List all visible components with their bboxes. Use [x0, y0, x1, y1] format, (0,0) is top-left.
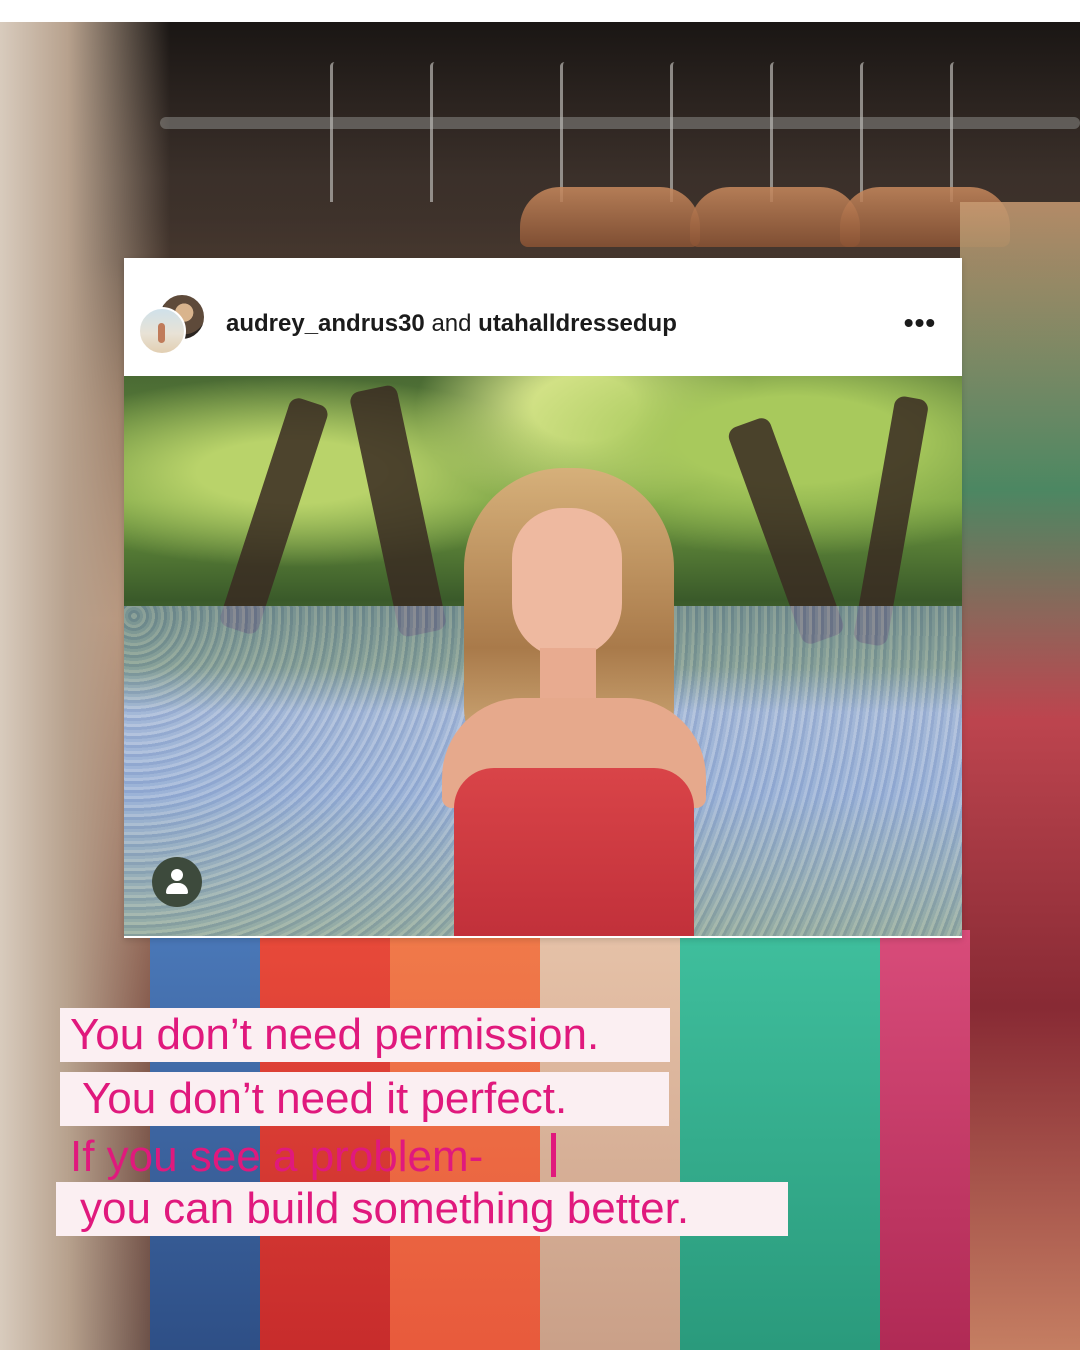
portrait-subject [414, 468, 734, 936]
wooden-hanger [520, 187, 700, 247]
beige-sequin-dress [540, 930, 680, 1350]
quote-line: You don’t need it perfect. [60, 1072, 669, 1126]
post-photo[interactable] [124, 376, 962, 936]
avatar[interactable] [138, 307, 186, 355]
quote-line: If you see a problem- [70, 1132, 484, 1181]
hanger-hook [560, 62, 569, 202]
post-header: audrey_andrus30 and utahalldressedup ••• [124, 258, 962, 376]
collab-avatars[interactable] [138, 293, 206, 359]
hanger-hook [670, 62, 679, 202]
post-authors: audrey_andrus30 and utahalldressedup [226, 310, 677, 338]
instagram-post-card: audrey_andrus30 and utahalldressedup ••• [124, 258, 962, 938]
more-options-icon[interactable]: ••• [900, 308, 940, 338]
text-cursor [551, 1133, 556, 1177]
teal-dress [680, 930, 880, 1350]
hanger-hook [950, 62, 959, 202]
quote-line: you can build something better. [56, 1182, 788, 1236]
hanger-hook [330, 62, 339, 202]
hanger-hook [430, 62, 439, 202]
pink-floral-dress [880, 930, 970, 1350]
quote-line: You don’t need permission. [60, 1008, 670, 1062]
subject-red-dress [454, 768, 694, 936]
author-username[interactable]: audrey_andrus30 [226, 310, 425, 337]
author-username[interactable]: utahalldressedup [478, 310, 677, 337]
hanger-hook [770, 62, 779, 202]
right-blurred-garments [960, 202, 1080, 1350]
wooden-hanger [690, 187, 860, 247]
subject-face [512, 508, 622, 658]
clothing-rail [160, 117, 1080, 129]
user-tag-icon[interactable] [152, 857, 202, 907]
hanger-hook [860, 62, 869, 202]
author-joiner: and [431, 310, 472, 337]
